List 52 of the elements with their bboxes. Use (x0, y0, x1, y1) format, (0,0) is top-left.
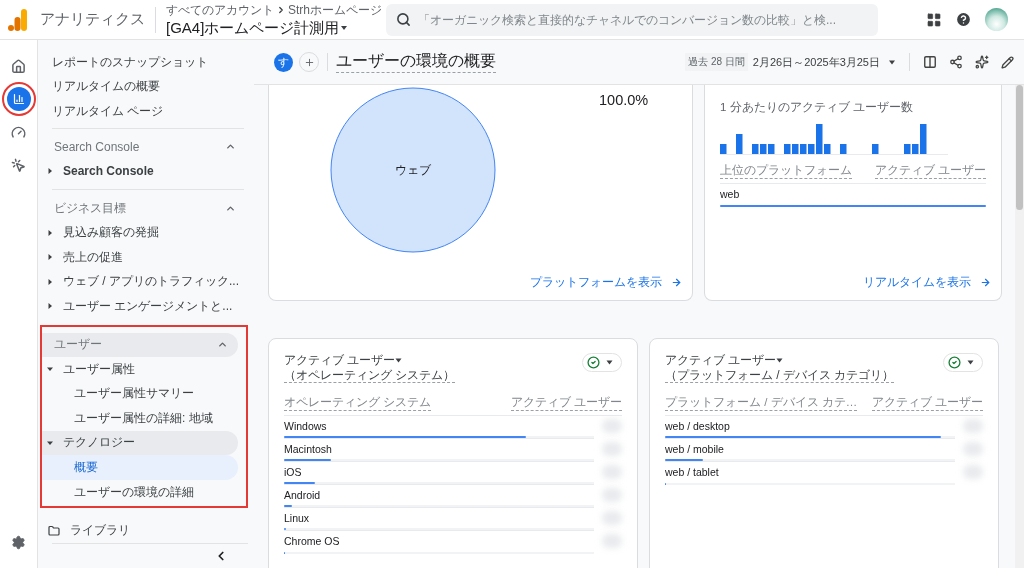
column-header: アクティブ ユーザー (510, 395, 622, 411)
view-realtime-link[interactable]: リアルタイムを表示 (863, 274, 991, 291)
section-header[interactable]: Search Console (40, 134, 246, 159)
nav-item[interactable]: リアルタイム ページ (38, 99, 248, 124)
slice-label: ウェブ (395, 163, 431, 177)
search-field[interactable]: 「オーガニック検索と直接的なチャネルでのコンバージョン数の比較」と検... (386, 3, 878, 36)
nav-group[interactable]: 売上の促進 (40, 244, 246, 270)
section-header[interactable]: ユーザー (42, 332, 238, 357)
property-selector[interactable]: [GA4]ホームページ計測用 (166, 18, 384, 38)
metric-dropdown[interactable]: アクティブ ユーザー (284, 353, 403, 368)
metric-dropdown[interactable]: アクティブ ユーザー (665, 353, 784, 368)
row-label: Android (284, 489, 322, 501)
column-header: アクティブ ユーザー (871, 395, 983, 411)
page-title: ユーザーの環境の概要 (336, 51, 496, 73)
column-header: アクティブ ユーザー (874, 163, 986, 179)
row-label: iOS (284, 466, 303, 478)
breadcrumb-link[interactable]: すべてのアカウント (166, 1, 274, 19)
chart-title: 1 分あたりのアクティブ ユーザー数 (720, 100, 914, 115)
breadcrumb-link[interactable]: Strhホームページ (288, 1, 382, 19)
nav-item[interactable]: リアルタイムの概要 (38, 74, 248, 100)
column-header: オペレーティング システム (284, 395, 432, 411)
date-range-picker[interactable]: 2月26日～2025年3月25日 (752, 54, 896, 70)
row-label: web / tablet (665, 466, 720, 478)
row-label: web / desktop (665, 420, 731, 432)
row-label: web / mobile (665, 443, 725, 455)
nav-item[interactable]: ユーザー属性サマリー (42, 381, 238, 406)
nav-group[interactable]: 見込み顧客の発掘 (40, 220, 246, 245)
nav-group[interactable]: Search Console (40, 158, 246, 184)
nav-group[interactable]: テクノロジー (42, 430, 238, 456)
comparison-chip[interactable]: す (274, 52, 293, 72)
dimension-label[interactable]: （プラットフォーム / デバイス カテゴリ） (665, 368, 895, 383)
nav-group[interactable]: ウェブ / アプリのトラフィック... (40, 269, 246, 295)
section-header[interactable]: ビジネス目標 (40, 196, 246, 221)
date-period-label: 過去 28 日間 (685, 53, 748, 71)
product-name: アナリティクス (40, 10, 145, 29)
view-platforms-link[interactable]: プラットフォームを表示 (530, 274, 682, 291)
row-label: Windows (284, 420, 328, 432)
nav-group[interactable]: ユーザー属性 (42, 356, 238, 382)
row-label: Linux (284, 512, 311, 524)
nav-group[interactable]: ユーザー エンゲージメントと... (40, 294, 246, 319)
nav-item[interactable]: レポートのスナップショット (38, 50, 248, 75)
library-link[interactable]: ライブラリ (38, 518, 248, 543)
percentage-value: 100.0% (599, 92, 649, 110)
column-header: 上位のプラットフォーム (720, 163, 852, 179)
row-label: web (720, 188, 741, 200)
column-header: プラットフォーム / デバイス カテ… (665, 395, 858, 411)
row-label: Macintosh (284, 443, 333, 455)
nav-item[interactable]: ユーザー属性の詳細: 地域 (42, 405, 238, 431)
row-label: Chrome OS (284, 535, 341, 547)
dimension-label[interactable]: （オペレーティング システム） (284, 368, 456, 383)
nav-item[interactable]: ユーザーの環境の詳細 (42, 479, 238, 505)
nav-item[interactable]: 概要 (42, 455, 238, 480)
